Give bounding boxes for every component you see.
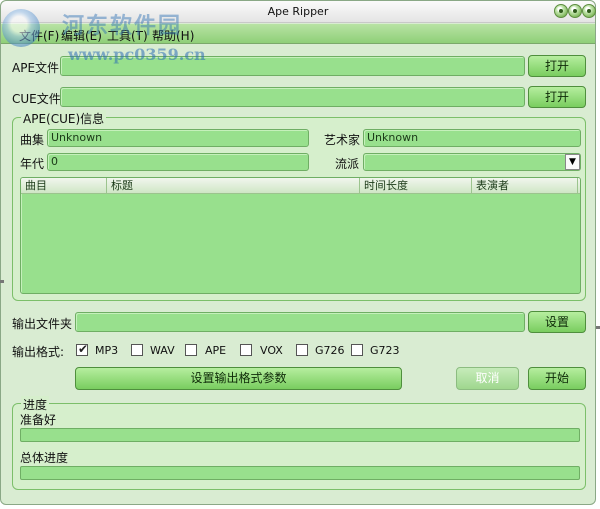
format-params-button[interactable]: 设置输出格式参数 — [75, 367, 402, 390]
column-header-title[interactable]: 标题 — [107, 178, 360, 194]
start-button[interactable]: 开始 — [528, 367, 586, 390]
format-g726-checkbox[interactable] — [296, 344, 308, 356]
open-cue-button[interactable]: 打开 — [528, 86, 586, 108]
cue-file-label: CUE文件 — [12, 92, 61, 106]
format-wav-checkbox[interactable] — [131, 344, 143, 356]
ape-file-label: APE文件 — [12, 61, 60, 75]
output-folder-input[interactable] — [75, 312, 525, 332]
current-progress-bar — [20, 428, 580, 442]
menu-help[interactable]: 帮助(H) — [152, 27, 194, 44]
format-wav-label: WAV — [150, 344, 175, 357]
format-mp3-label: MP3 — [95, 344, 119, 357]
menu-file[interactable]: 文件(F) — [19, 27, 59, 44]
cue-file-input[interactable] — [60, 87, 525, 107]
open-ape-button[interactable]: 打开 — [528, 55, 586, 77]
format-g726-label: G726 — [315, 344, 345, 357]
genre-select[interactable] — [363, 153, 581, 171]
output-folder-label: 输出文件夹 — [12, 317, 73, 331]
maximize-button[interactable] — [568, 4, 582, 18]
chevron-down-icon[interactable]: ▼ — [565, 154, 580, 170]
column-header-performer[interactable]: 表演者 — [472, 178, 578, 194]
artist-label: 艺术家 — [324, 133, 361, 147]
year-field[interactable]: 0 — [47, 153, 309, 171]
column-header-duration[interactable]: 时间长度 — [360, 178, 472, 194]
format-vox-label: VOX — [260, 344, 283, 357]
total-progress-bar — [20, 466, 580, 480]
ape-cue-info-group: APE(CUE)信息 曲集 Unknown 艺术家 Unknown 年代 0 流… — [12, 110, 586, 301]
menu-tools[interactable]: 工具(T) — [107, 27, 148, 44]
total-progress-label: 总体进度 — [20, 451, 69, 465]
format-ape-checkbox[interactable] — [185, 344, 197, 356]
edge-mark — [0, 280, 4, 283]
year-label: 年代 — [20, 157, 45, 171]
set-output-folder-button[interactable]: 设置 — [528, 311, 586, 333]
track-list-header: 曲目 标题 时间长度 表演者 — [21, 178, 580, 194]
edge-mark — [596, 326, 600, 329]
status-text: 准备好 — [20, 413, 57, 427]
progress-group: 进度 准备好 总体进度 — [12, 396, 586, 490]
cancel-button[interactable]: 取消 — [456, 367, 519, 390]
format-vox-checkbox[interactable] — [240, 344, 252, 356]
title-bar[interactable]: Ape Ripper — [1, 1, 596, 23]
format-ape-label: APE — [205, 344, 227, 357]
output-format-label: 输出格式: — [12, 345, 65, 359]
album-field[interactable]: Unknown — [47, 129, 309, 147]
format-g723-checkbox[interactable] — [351, 344, 363, 356]
window-title: Ape Ripper — [267, 5, 329, 18]
track-list[interactable]: 曲目 标题 时间长度 表演者 — [20, 177, 581, 294]
info-group-title: APE(CUE)信息 — [21, 110, 107, 127]
menu-bar: 文件(F) 编辑(E) 工具(T) 帮助(H) — [1, 24, 595, 44]
app-window: Ape Ripper 文件(F) 编辑(E) 工具(T) 帮助(H) APE文件… — [0, 0, 596, 505]
artist-field[interactable]: Unknown — [363, 129, 581, 147]
column-header-track[interactable]: 曲目 — [21, 178, 107, 194]
minimize-button[interactable] — [554, 4, 568, 18]
genre-label: 流派 — [335, 157, 360, 171]
menu-edit[interactable]: 编辑(E) — [61, 27, 102, 44]
album-label: 曲集 — [20, 133, 45, 147]
format-g723-label: G723 — [370, 344, 400, 357]
ape-file-input[interactable] — [60, 56, 525, 76]
close-button[interactable] — [582, 4, 596, 18]
format-mp3-checkbox[interactable]: ✔ — [76, 342, 88, 356]
